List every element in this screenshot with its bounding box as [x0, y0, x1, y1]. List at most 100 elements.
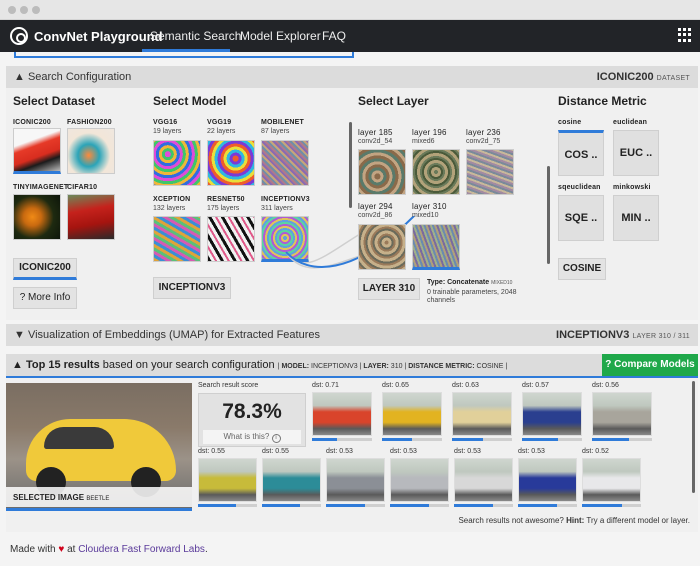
- model-thumb-vgg16[interactable]: [153, 140, 201, 186]
- nav-semantic-search[interactable]: Semantic Search: [150, 29, 241, 43]
- layer-sub-294: conv2d_86: [358, 212, 393, 219]
- metric-label-euclidean: euclidean: [613, 119, 648, 126]
- model-layers-vgg16: 19 layers: [153, 128, 182, 135]
- search-config-header[interactable]: ▲ Search Configuration ICONIC200 DATASET: [6, 66, 698, 88]
- metric-euclidean-button[interactable]: EUC ..: [613, 130, 659, 176]
- model-thumb-vgg19[interactable]: [207, 140, 255, 186]
- heart-icon: ♥: [58, 544, 65, 555]
- dataset-selected-button[interactable]: ICONIC200: [13, 258, 77, 280]
- score-value: 78.3%: [222, 400, 282, 423]
- results-title[interactable]: ▲ Top 15 results based on your search co…: [12, 359, 507, 371]
- result-distance: dst: 0.53: [390, 448, 417, 455]
- layer-selected-button[interactable]: LAYER 310: [358, 278, 420, 300]
- more-info-button[interactable]: ? More Info: [13, 287, 77, 309]
- result-score-bar: [452, 438, 483, 441]
- metric-sqeuclidean-button[interactable]: SQE ..: [558, 195, 604, 241]
- window-maximize-dot[interactable]: [32, 6, 40, 14]
- result-image[interactable]: [390, 458, 449, 502]
- window-titlebar: [0, 0, 700, 20]
- dataset-label-cifar10: CIFAR10: [67, 184, 98, 191]
- footer: Made with ♥ at Cloudera Fast Forward Lab…: [10, 544, 208, 555]
- grid-menu-icon[interactable]: [678, 28, 692, 42]
- result-distance: dst: 0.53: [518, 448, 545, 455]
- footer-link[interactable]: Cloudera Fast Forward Labs: [78, 544, 205, 555]
- result-score-bar: [390, 504, 429, 507]
- window-close-dot[interactable]: [8, 6, 16, 14]
- model-scrollbar[interactable]: [349, 122, 352, 208]
- model-thumb-mobilenet[interactable]: [261, 140, 309, 186]
- dataset-thumb-fashion200[interactable]: [67, 128, 115, 174]
- window-minimize-dot[interactable]: [20, 6, 28, 14]
- beetle-window-shape: [44, 427, 114, 449]
- layer-sub-310: mixed10: [412, 212, 439, 219]
- dataset-thumb-cifar10[interactable]: [67, 194, 115, 240]
- layer-thumb-310[interactable]: [412, 224, 460, 270]
- logo-icon: [10, 27, 28, 45]
- model-title: Select Model: [153, 94, 227, 108]
- info-icon: i: [271, 434, 281, 443]
- selected-image-underline: [6, 508, 192, 511]
- nav-faq[interactable]: FAQ: [322, 29, 346, 43]
- result-image[interactable]: [582, 458, 641, 502]
- umap-model-badge: INCEPTIONV3 LAYER 310 / 311: [556, 329, 690, 341]
- model-label-vgg16: VGG16: [153, 119, 178, 126]
- result-image[interactable]: [262, 458, 321, 502]
- result-score-bar: [582, 504, 622, 507]
- layer-scrollbar[interactable]: [547, 166, 550, 264]
- layer-thumb-236[interactable]: [466, 149, 514, 195]
- layer-type-label: Type: Concatenate MIXED10: [427, 279, 513, 286]
- metric-selected-button[interactable]: COSINE: [558, 258, 606, 280]
- layer-label-196: layer 196: [412, 128, 447, 137]
- metric-minkowski-button[interactable]: MIN ..: [613, 195, 659, 241]
- model-layers-xception: 132 layers: [153, 205, 186, 212]
- metric-label-sqeuclidean: sqeuclidean: [558, 184, 601, 191]
- brand-title[interactable]: ConvNet Playground: [34, 29, 163, 44]
- result-image[interactable]: [312, 392, 372, 436]
- result-distance: dst: 0.65: [382, 382, 409, 389]
- dataset-thumb-tinyimagenet[interactable]: [13, 194, 61, 240]
- score-box: 78.3% What is this? i: [198, 393, 306, 447]
- layer-sub-185: conv2d_54: [358, 138, 393, 145]
- model-label-xception: XCEPTION: [153, 196, 191, 203]
- model-label-vgg19: VGG19: [207, 119, 232, 126]
- dataset-label-iconic200: ICONIC200: [13, 119, 51, 126]
- result-image[interactable]: [592, 392, 652, 436]
- result-distance: dst: 0.63: [452, 382, 479, 389]
- model-label-inceptionv3: INCEPTIONV3: [261, 196, 310, 203]
- search-config-panel: Select Dataset ICONIC200 FASHION200 TINY…: [6, 88, 698, 320]
- model-layers-vgg19: 22 layers: [207, 128, 236, 135]
- model-layers-mobilenet: 87 layers: [261, 128, 290, 135]
- compare-models-button[interactable]: ? Compare Models: [602, 354, 698, 376]
- results-scrollbar[interactable]: [692, 381, 695, 493]
- model-thumb-xception[interactable]: [153, 216, 201, 262]
- layer-thumb-196[interactable]: [412, 149, 460, 195]
- layer-thumb-294[interactable]: [358, 224, 406, 270]
- layer-thumb-185[interactable]: [358, 149, 406, 195]
- result-image[interactable]: [454, 458, 513, 502]
- model-selected-button[interactable]: INCEPTIONV3: [153, 277, 231, 299]
- umap-header[interactable]: ▼ Visualization of Embeddings (UMAP) for…: [6, 324, 698, 346]
- results-header: ▲ Top 15 results based on your search co…: [6, 354, 698, 376]
- result-distance: dst: 0.53: [326, 448, 353, 455]
- dataset-label-tinyimagenet: TINYIMAGENET: [13, 184, 69, 191]
- result-image[interactable]: [326, 458, 385, 502]
- metric-cosine-button[interactable]: COS ..: [558, 130, 604, 176]
- layer-title: Select Layer: [358, 94, 429, 108]
- layer-sub-196: mixed6: [412, 138, 435, 145]
- result-score-bar: [454, 504, 493, 507]
- model-thumb-resnet50[interactable]: [207, 216, 255, 262]
- what-is-this-button[interactable]: What is this? i: [203, 430, 301, 444]
- result-image[interactable]: [198, 458, 257, 502]
- result-image[interactable]: [382, 392, 442, 436]
- result-image[interactable]: [518, 458, 577, 502]
- result-distance: dst: 0.56: [592, 382, 619, 389]
- nav-model-explorer[interactable]: Model Explorer: [240, 29, 321, 43]
- result-distance: dst: 0.55: [198, 448, 225, 455]
- layer-label-185: layer 185: [358, 128, 393, 137]
- result-distance: dst: 0.55: [262, 448, 289, 455]
- result-image[interactable]: [522, 392, 582, 436]
- result-image[interactable]: [452, 392, 512, 436]
- umap-toggle[interactable]: ▼ Visualization of Embeddings (UMAP) for…: [14, 329, 320, 341]
- dataset-thumb-iconic200[interactable]: [13, 128, 61, 174]
- search-config-toggle[interactable]: ▲ Search Configuration: [14, 71, 131, 83]
